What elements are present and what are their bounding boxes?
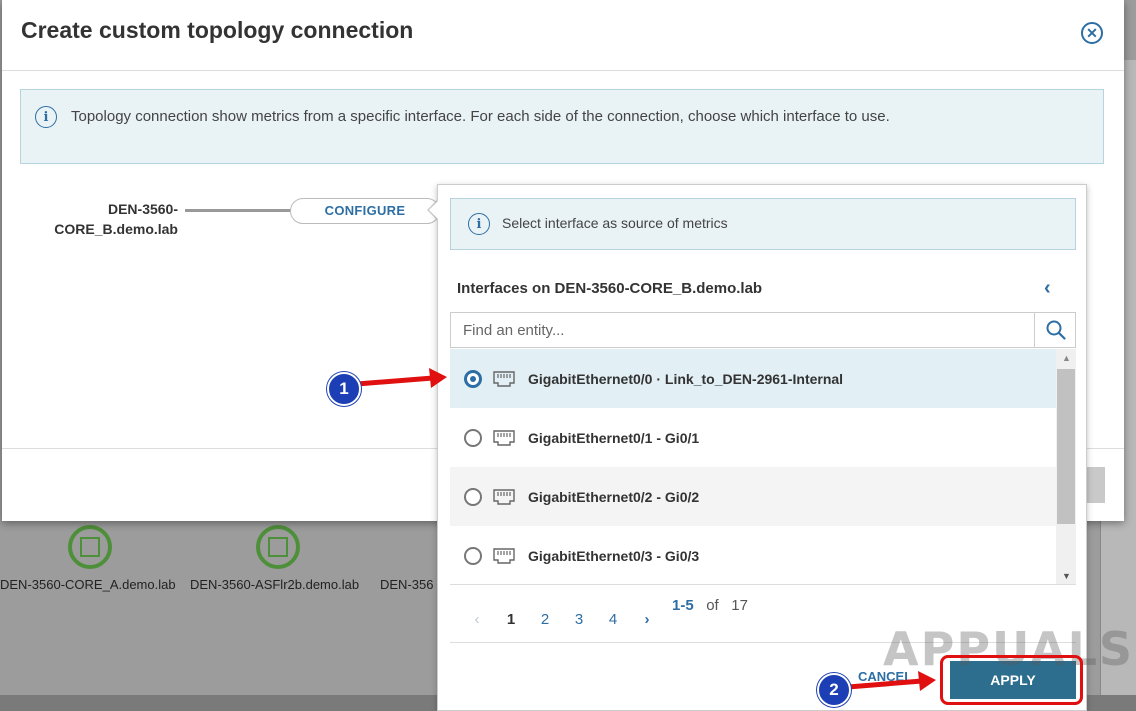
range-shown: 1-5: [672, 597, 694, 614]
radio-selected[interactable]: [464, 369, 482, 388]
annotation-highlight-box: [940, 655, 1083, 705]
range-of-label: of: [706, 597, 719, 614]
prev-page-button[interactable]: ‹: [460, 611, 494, 628]
result-range: 1-5 of 17: [672, 597, 748, 614]
range-total: 17: [731, 597, 748, 614]
annotation-arrow-1: [356, 368, 447, 388]
list-scrollbar[interactable]: ▲ ▼: [1056, 349, 1076, 585]
interface-label: GigabitEthernet0/2 - Gi0/2: [528, 488, 700, 505]
ethernet-port-icon: [493, 370, 515, 387]
modal-divider: [2, 70, 1124, 71]
info-icon: i: [468, 213, 490, 235]
search-input[interactable]: [451, 313, 1033, 347]
background-node-label: DEN-356: [380, 577, 434, 592]
background-node-icon: [256, 525, 300, 569]
search-icon[interactable]: [1034, 313, 1076, 347]
ethernet-port-icon: [493, 429, 515, 446]
popover-info-banner: i Select interface as source of metrics: [450, 198, 1076, 250]
modal-title: Create custom topology connection: [21, 17, 414, 43]
popover-title: Interfaces on DEN-3560-CORE_B.demo.lab: [457, 280, 763, 297]
radio-unselected[interactable]: [464, 428, 482, 447]
connection-line: [185, 209, 293, 212]
page-2-button[interactable]: 2: [528, 611, 562, 628]
background-node-icon: [68, 525, 112, 569]
source-node-label: DEN-3560-CORE_B.demo.lab: [54, 201, 178, 237]
interface-row[interactable]: GigabitEthernet0/3 - Gi0/3: [450, 526, 1056, 585]
page-1-button[interactable]: 1: [494, 611, 528, 628]
next-page-button[interactable]: ›: [630, 611, 664, 628]
page-3-button[interactable]: 3: [562, 611, 596, 628]
info-text: Topology connection show metrics from a …: [71, 108, 890, 125]
background-node-label: DEN-3560-CORE_A.demo.lab: [0, 577, 176, 592]
scroll-down-icon[interactable]: ▼: [1062, 571, 1071, 581]
step-1-badge: 1: [327, 372, 361, 406]
background-node-label: DEN-3560-ASFlr2b.demo.lab: [190, 577, 360, 592]
info-banner: i Topology connection show metrics from …: [20, 89, 1104, 164]
interface-list: GigabitEthernet0/0 · Link_to_DEN-2961-In…: [450, 349, 1056, 585]
popover-info-text: Select interface as source of metrics: [502, 215, 728, 231]
interface-row[interactable]: GigabitEthernet0/0 · Link_to_DEN-2961-In…: [450, 349, 1056, 408]
pagination: ‹ 1 2 3 4 ›: [460, 611, 664, 628]
interface-row[interactable]: GigabitEthernet0/1 - Gi0/1: [450, 408, 1056, 467]
ethernet-port-icon: [493, 488, 515, 505]
interface-label: GigabitEthernet0/1 - Gi0/1: [528, 429, 700, 446]
info-icon: i: [35, 106, 57, 128]
page-4-button[interactable]: 4: [596, 611, 630, 628]
annotation-arrow-2: [847, 671, 936, 691]
close-icon[interactable]: ✕: [1081, 22, 1103, 44]
radio-unselected[interactable]: [464, 546, 482, 565]
scroll-thumb[interactable]: [1057, 369, 1075, 524]
scroll-up-icon[interactable]: ▲: [1062, 353, 1071, 363]
ethernet-port-icon: [493, 547, 515, 564]
interface-row[interactable]: GigabitEthernet0/2 - Gi0/2: [450, 467, 1056, 526]
list-divider: [450, 584, 1076, 585]
configure-button[interactable]: CONFIGURE: [290, 198, 440, 224]
step-2-badge: 2: [817, 673, 851, 707]
interface-label: GigabitEthernet0/0 · Link_to_DEN-2961-In…: [528, 370, 844, 387]
popover-arrow-inner: [429, 201, 438, 219]
radio-unselected[interactable]: [464, 487, 482, 506]
interface-label: GigabitEthernet0/3 - Gi0/3: [528, 547, 700, 564]
search-box: [450, 312, 1076, 348]
chevron-left-icon[interactable]: ‹: [1044, 277, 1051, 300]
